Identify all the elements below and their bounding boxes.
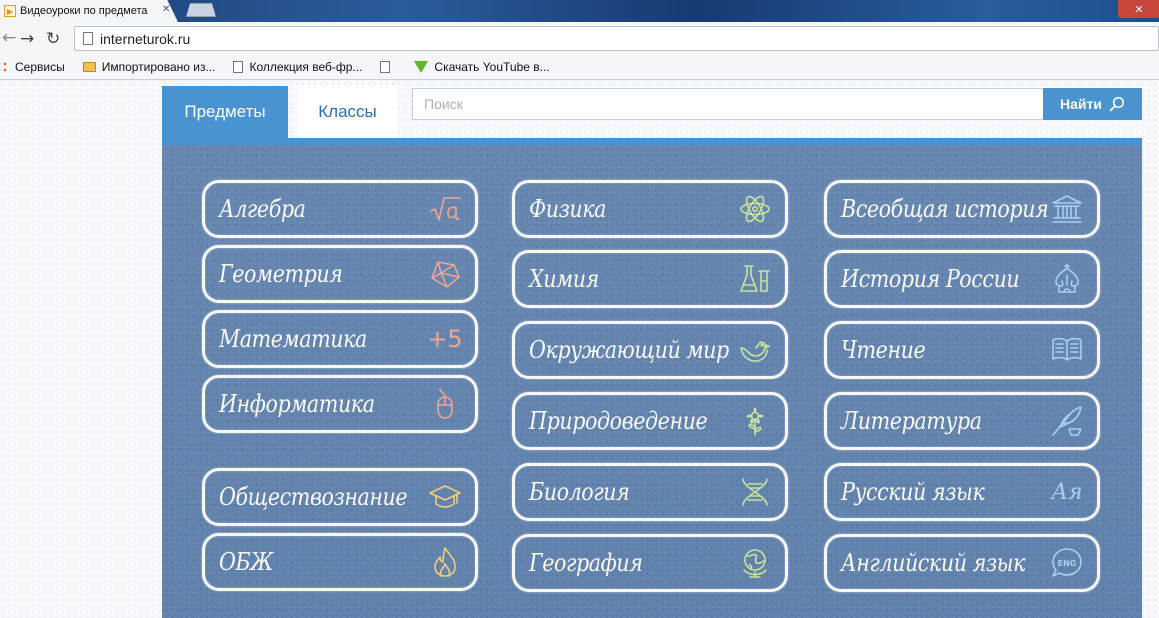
polyhedron-icon bbox=[428, 257, 462, 291]
new-tab-button[interactable] bbox=[186, 3, 216, 17]
subject-life-safety[interactable]: ОБЖ bbox=[202, 533, 478, 591]
subject-name: Информатика bbox=[219, 390, 375, 418]
subject-natural-history[interactable]: Природоведение bbox=[512, 392, 788, 450]
folder-icon bbox=[82, 62, 96, 72]
subject-name: Чтение bbox=[841, 336, 926, 364]
mouse-icon bbox=[428, 387, 462, 421]
subject-russian-history[interactable]: История России bbox=[824, 250, 1100, 308]
apps-icon bbox=[0, 61, 9, 73]
subject-chemistry[interactable]: Химия bbox=[512, 250, 788, 308]
subject-name: Биология bbox=[529, 478, 630, 506]
site-favicon-icon: ▶ bbox=[4, 5, 16, 17]
atom-icon bbox=[738, 192, 772, 226]
graduation-cap-icon bbox=[428, 480, 462, 514]
site-header: Предметы Классы Найти bbox=[162, 85, 1142, 140]
bookmark-label: Коллекция веб-фр... bbox=[249, 60, 363, 74]
page-icon bbox=[380, 61, 391, 73]
subject-name: География bbox=[529, 549, 643, 577]
bookmark-youtube-download[interactable]: Скачать YouTube в... bbox=[414, 60, 550, 74]
download-icon bbox=[414, 61, 429, 73]
subject-name: Геометрия bbox=[219, 260, 343, 288]
bookmark-label: Сервисы bbox=[15, 60, 65, 74]
subject-physics[interactable]: Физика bbox=[512, 180, 788, 238]
subject-name: Физика bbox=[529, 195, 607, 223]
browser-tab-title: Видеоуроки по предмета bbox=[20, 5, 148, 17]
subject-literature[interactable]: Литература bbox=[824, 392, 1100, 450]
subject-name: Английский язык bbox=[841, 549, 1026, 577]
tab-close-icon[interactable]: ✕ bbox=[162, 4, 170, 15]
book-icon bbox=[1050, 333, 1084, 367]
address-bar[interactable]: interneturok.ru bbox=[74, 26, 1159, 51]
subject-biology[interactable]: Биология bbox=[512, 463, 788, 521]
search-box bbox=[412, 88, 1044, 120]
url-text: interneturok.ru bbox=[100, 30, 191, 47]
browser-tab[interactable]: ▶ Видеоуроки по предмета ✕ bbox=[0, 0, 178, 22]
subject-name: Всеобщая история bbox=[841, 195, 1049, 223]
dome-icon bbox=[1050, 262, 1084, 296]
browser-tab-strip: ▶ Видеоуроки по предмета ✕ ✕ bbox=[0, 0, 1159, 22]
subject-algebra[interactable]: Алгебра bbox=[202, 180, 478, 238]
bookmarks-bar: Сервисы Импортировано из... Коллекция ве… bbox=[0, 55, 1159, 80]
quill-icon bbox=[1050, 404, 1084, 438]
subject-world-around[interactable]: Окружающий мир bbox=[512, 321, 788, 379]
forward-icon[interactable]: → bbox=[20, 29, 34, 49]
flower-icon bbox=[738, 404, 772, 438]
museum-icon bbox=[1050, 192, 1084, 226]
subject-name: Литература bbox=[841, 407, 982, 435]
flame-icon bbox=[428, 545, 462, 579]
bookmark-untitled[interactable] bbox=[380, 61, 396, 73]
tab-classes[interactable]: Классы bbox=[297, 86, 398, 138]
letters-icon: Ая bbox=[1050, 475, 1084, 509]
back-icon[interactable]: ← bbox=[2, 28, 16, 48]
subject-geometry[interactable]: Геометрия bbox=[202, 245, 478, 303]
page-content: Предметы Классы Найти Алгебра Геометрия bbox=[0, 81, 1159, 618]
bird-icon bbox=[738, 333, 772, 367]
subject-informatics[interactable]: Информатика bbox=[202, 375, 478, 433]
search-icon bbox=[1109, 96, 1125, 112]
search-input[interactable] bbox=[424, 96, 1043, 112]
plus-five-glyph: +5 bbox=[427, 325, 463, 353]
bookmark-label: Скачать YouTube в... bbox=[434, 60, 550, 74]
eng-glyph: ENG bbox=[1057, 558, 1077, 568]
subject-name: ОБЖ bbox=[219, 548, 273, 576]
subject-name: Обществознание bbox=[219, 483, 408, 511]
subject-english-language[interactable]: Английский язык ENG bbox=[824, 534, 1100, 592]
subject-name: Математика bbox=[219, 325, 367, 353]
flask-icon bbox=[738, 262, 772, 296]
plus-five-icon: +5 bbox=[427, 322, 463, 356]
page-icon bbox=[233, 61, 244, 73]
dna-icon bbox=[738, 475, 772, 509]
subject-name: Химия bbox=[529, 265, 599, 293]
bookmark-web-collection[interactable]: Коллекция веб-фр... bbox=[233, 60, 362, 74]
subject-name: История России bbox=[841, 265, 1020, 293]
bookmark-imported-folder[interactable]: Импортировано из... bbox=[82, 60, 216, 74]
subject-russian-language[interactable]: Русский язык Ая bbox=[824, 463, 1100, 521]
reload-icon[interactable]: ↻ bbox=[46, 29, 60, 49]
search-button-label: Найти bbox=[1060, 96, 1102, 112]
eng-bubble-icon: ENG bbox=[1050, 546, 1084, 580]
subject-name: Алгебра bbox=[219, 195, 306, 223]
sqrt-icon bbox=[428, 192, 462, 226]
tab-subjects[interactable]: Предметы bbox=[162, 86, 288, 138]
subject-reading[interactable]: Чтение bbox=[824, 321, 1100, 379]
subjects-board: Алгебра Геометрия Математика +5 Информат… bbox=[162, 138, 1142, 618]
page-icon bbox=[83, 32, 93, 45]
browser-toolbar: ← → ↻ interneturok.ru bbox=[0, 22, 1159, 55]
subject-geography[interactable]: География bbox=[512, 534, 788, 592]
search-button[interactable]: Найти bbox=[1043, 88, 1142, 120]
bookmark-label: Импортировано из... bbox=[101, 60, 216, 74]
subject-name: Природоведение bbox=[529, 407, 708, 435]
subject-world-history[interactable]: Всеобщая история bbox=[824, 180, 1100, 238]
subject-name: Русский язык bbox=[841, 478, 985, 506]
subject-social-studies[interactable]: Обществознание bbox=[202, 468, 478, 526]
globe-icon bbox=[738, 546, 772, 580]
window-close-button[interactable]: ✕ bbox=[1118, 0, 1159, 18]
letters-glyph: Ая bbox=[1051, 479, 1083, 505]
subject-name: Окружающий мир bbox=[529, 336, 729, 364]
bookmark-services[interactable]: Сервисы bbox=[0, 60, 65, 74]
subject-mathematics[interactable]: Математика +5 bbox=[202, 310, 478, 368]
